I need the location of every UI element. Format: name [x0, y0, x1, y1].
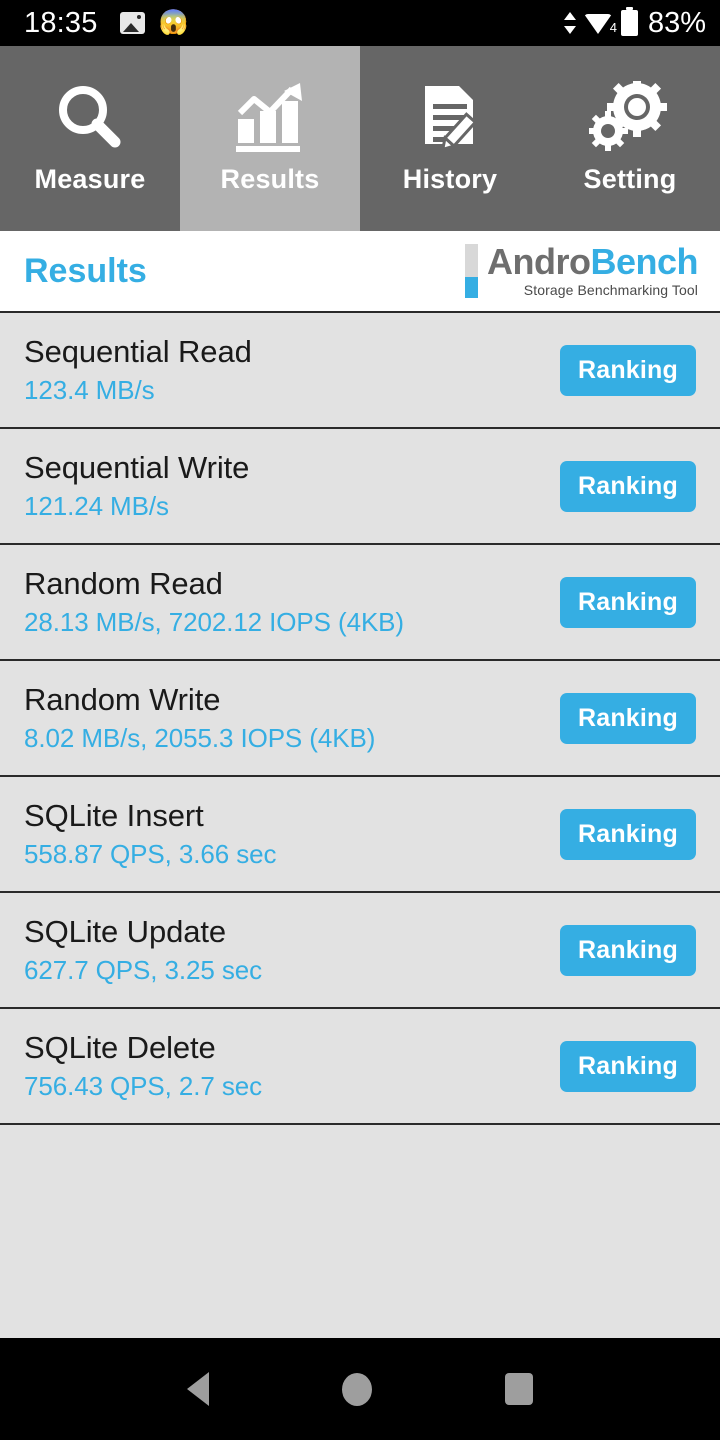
battery-icon — [620, 7, 638, 36]
bar-chart-icon — [230, 74, 310, 160]
ranking-button[interactable]: Ranking — [559, 344, 696, 396]
benchmark-name: SQLite Insert — [24, 798, 204, 833]
benchmark-value: 28.13 MB/s, 7202.12 IOPS (4KB) — [24, 607, 404, 637]
emoji-notification-icon: 😱 — [158, 9, 189, 36]
page-header: Results AndroBench Storage Benchmarking … — [0, 231, 720, 313]
table-row[interactable]: Sequential Read 123.4 MB/s Ranking — [0, 313, 720, 429]
tab-bar: Measure Results History Setting — [0, 46, 720, 231]
ranking-button[interactable]: Ranking — [559, 1040, 696, 1092]
magnifier-icon — [51, 74, 129, 160]
status-bar-system-icons: 4 83% — [563, 6, 706, 40]
ranking-button[interactable]: Ranking — [559, 460, 696, 512]
battery-percent-label: 83% — [647, 6, 706, 39]
tab-results[interactable]: Results — [180, 46, 360, 231]
ranking-button[interactable]: Ranking — [559, 808, 696, 860]
ranking-button[interactable]: Ranking — [559, 576, 696, 628]
tab-setting[interactable]: Setting — [540, 46, 720, 231]
ranking-button[interactable]: Ranking — [559, 924, 696, 976]
benchmark-name: Random Read — [24, 566, 223, 601]
tab-setting-label: Setting — [583, 164, 677, 194]
tab-history-label: History — [402, 164, 498, 194]
recents-icon[interactable] — [505, 1373, 534, 1405]
wifi-icon: 4 — [583, 11, 617, 35]
row-content: Sequential Read 123.4 MB/s — [24, 334, 252, 406]
benchmark-name: Sequential Read — [24, 334, 252, 369]
document-pencil-icon — [411, 74, 489, 160]
status-bar-notifications: 😱 — [119, 9, 189, 36]
data-transfer-icon — [563, 10, 577, 36]
phone-screen: 18:35 😱 4 83% Measure Results History Se… — [0, 0, 720, 1440]
benchmark-value: 756.43 QPS, 2.7 sec — [24, 1071, 263, 1101]
back-icon[interactable] — [186, 1372, 209, 1406]
benchmark-name: Random Write — [24, 682, 221, 717]
table-row[interactable]: Sequential Write 121.24 MB/s Ranking — [0, 429, 720, 545]
photo-icon — [119, 12, 145, 34]
wifi-badge-label: 4 — [609, 20, 617, 35]
benchmark-value: 123.4 MB/s — [24, 375, 155, 405]
home-icon[interactable] — [341, 1372, 372, 1406]
android-navigation-bar — [0, 1338, 720, 1440]
benchmark-name: SQLite Update — [24, 914, 227, 949]
benchmark-value: 558.87 QPS, 3.66 sec — [24, 839, 277, 869]
table-row[interactable]: SQLite Insert 558.87 QPS, 3.66 sec Ranki… — [0, 777, 720, 893]
logo-wordmark-bench: Bench — [590, 241, 698, 283]
benchmark-value: 121.24 MB/s — [24, 491, 169, 521]
logo-accent-bar — [464, 244, 478, 298]
logo-wordmark-andro: Andro — [486, 241, 591, 283]
tab-results-label: Results — [220, 164, 320, 194]
table-row[interactable]: Random Write 8.02 MB/s, 2055.3 IOPS (4KB… — [0, 661, 720, 777]
row-content: Random Write 8.02 MB/s, 2055.3 IOPS (4KB… — [24, 682, 375, 754]
row-content: Random Read 28.13 MB/s, 7202.12 IOPS (4K… — [24, 566, 404, 638]
results-list: Sequential Read 123.4 MB/s Ranking Seque… — [0, 313, 720, 1338]
row-content: SQLite Insert 558.87 QPS, 3.66 sec — [24, 798, 276, 870]
logo-subtitle: Storage Benchmarking Tool — [523, 281, 698, 298]
benchmark-value: 627.7 QPS, 3.25 sec — [24, 955, 263, 985]
androbench-logo: AndroBench Storage Benchmarking Tool — [464, 241, 699, 298]
benchmark-name: Sequential Write — [24, 450, 250, 485]
table-row[interactable]: SQLite Delete 756.43 QPS, 2.7 sec Rankin… — [0, 1009, 720, 1125]
benchmark-name: SQLite Delete — [24, 1030, 216, 1065]
status-bar: 18:35 😱 4 83% — [0, 0, 720, 46]
ranking-button[interactable]: Ranking — [559, 692, 696, 744]
status-bar-clock: 18:35 — [24, 6, 98, 39]
row-content: Sequential Write 121.24 MB/s — [24, 450, 249, 522]
tab-measure-label: Measure — [34, 164, 146, 194]
page-title: Results — [24, 251, 147, 290]
logo-wordmark: AndroBench — [486, 241, 699, 283]
row-content: SQLite Delete 756.43 QPS, 2.7 sec — [24, 1030, 262, 1102]
gears-icon — [589, 74, 671, 160]
logo-text: AndroBench Storage Benchmarking Tool — [486, 241, 699, 298]
table-row[interactable]: SQLite Update 627.7 QPS, 3.25 sec Rankin… — [0, 893, 720, 1009]
table-row[interactable]: Random Read 28.13 MB/s, 7202.12 IOPS (4K… — [0, 545, 720, 661]
tab-measure[interactable]: Measure — [0, 46, 180, 231]
benchmark-value: 8.02 MB/s, 2055.3 IOPS (4KB) — [24, 723, 376, 753]
tab-history[interactable]: History — [360, 46, 540, 231]
row-content: SQLite Update 627.7 QPS, 3.25 sec — [24, 914, 262, 986]
